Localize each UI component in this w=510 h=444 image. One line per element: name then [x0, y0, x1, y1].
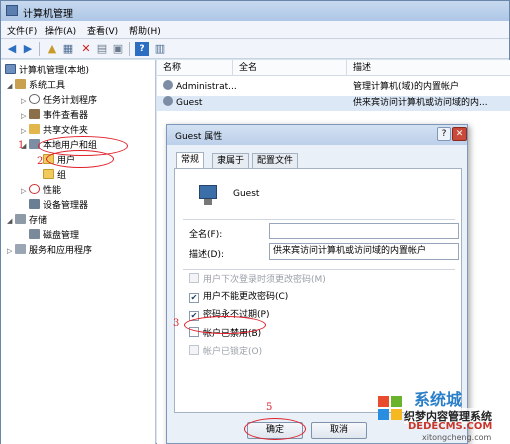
table-row[interactable]: Administrat... 管理计算机(域)的内置帐户 [157, 80, 510, 95]
checkmark-icon: ✔ [189, 293, 199, 303]
toolbar-separator [129, 42, 130, 56]
services-icon [15, 244, 26, 254]
annotation-number: 2 [37, 156, 44, 167]
general-tab-panel: Guest 全名(F): 描述(D): 供来宾访问计算机或访问域的内置帐户 用户… [174, 168, 462, 413]
row-description: 供来宾访问计算机或访问域的内... [353, 98, 488, 108]
clock-icon [29, 94, 40, 104]
menu-action[interactable]: 操作(A) [45, 24, 76, 37]
annotation-number: 5 [266, 402, 273, 413]
expand-arrow-icon[interactable]: ▷ [21, 184, 29, 198]
console-icon[interactable]: ▥ [153, 42, 167, 56]
properties-icon[interactable]: ▤ [95, 42, 109, 56]
storage-icon [15, 214, 26, 224]
tree-item-services-apps[interactable]: ▷ 服务和应用程序 [7, 244, 92, 258]
help-button[interactable]: ? [437, 127, 451, 141]
divider [183, 269, 455, 270]
toolbar: ◀ ▶ ▲ ▦ ✕ ▤ ▣ ? ▥ [1, 39, 509, 59]
expand-arrow-icon[interactable]: ▷ [21, 124, 29, 138]
user-icon [163, 96, 173, 106]
checkbox-must-change-password[interactable]: 用户下次登录时须更改密码(M) [189, 273, 326, 285]
description-field[interactable]: 供来宾访问计算机或访问域的内置帐户 [269, 243, 459, 260]
checkbox-box [189, 273, 199, 283]
cancel-button[interactable]: 取消 [311, 422, 367, 439]
title-bar: 计算机管理 [1, 1, 509, 21]
collapse-arrow-icon[interactable]: ◢ [7, 214, 15, 228]
collapse-arrow-icon[interactable]: ◢ [7, 79, 15, 93]
computer-management-icon [6, 5, 18, 16]
window-title: 计算机管理 [23, 9, 73, 20]
watermark-brand: 系统城 [414, 390, 463, 409]
shared-folder-icon [29, 124, 40, 134]
tree-item-event-viewer[interactable]: ▷ 事件查看器 [21, 109, 88, 123]
column-header-description[interactable]: 描述 [347, 60, 510, 76]
menu-help[interactable]: 帮助(H) [129, 24, 161, 37]
navigation-tree: 计算机管理(本地) ◢ 系统工具 ▷ 任务计划程序 ▷ 事件查看器 ▷ 共享文件夹 ◢ 本… [1, 60, 156, 444]
watermark: 系统城 织梦内容管理系统 DEDECMS.COM xitongcheng.com [378, 386, 510, 444]
tree-item-system-tools[interactable]: ◢ 系统工具 [7, 79, 65, 93]
column-header-name[interactable]: 名称 [157, 60, 233, 76]
row-name: Administrat... [176, 82, 237, 92]
fullname-label: 全名(F): [189, 230, 223, 240]
menu-view[interactable]: 查看(V) [87, 24, 118, 37]
annotation-circle-users [46, 150, 114, 168]
tab-general[interactable]: 常规 [176, 152, 205, 169]
disk-icon [29, 229, 40, 239]
device-manager-icon [29, 199, 40, 209]
tree-item-device-manager[interactable]: 设备管理器 [29, 199, 88, 213]
user-icon [163, 80, 173, 90]
event-viewer-icon [29, 109, 40, 119]
tree-item-root[interactable]: 计算机管理(本地) [5, 64, 89, 78]
description-label: 描述(D): [189, 250, 224, 260]
tools-icon [15, 79, 26, 89]
expand-arrow-icon[interactable]: ▷ [7, 244, 15, 258]
forward-icon[interactable]: ▶ [21, 42, 35, 56]
folder-icon [43, 169, 54, 179]
annotation-circle-account-disabled [184, 316, 266, 334]
fullname-field[interactable] [269, 223, 459, 239]
user-account-icon [197, 185, 219, 207]
annotation-number: 3 [173, 318, 180, 329]
close-button[interactable]: ✕ [452, 127, 467, 141]
tree-item-performance[interactable]: ▷ 性能 [21, 184, 61, 198]
delete-icon[interactable]: ✕ [79, 42, 93, 56]
tree-item-groups[interactable]: 组 [43, 169, 66, 183]
watermark-url: xitongcheng.com [422, 433, 492, 442]
menu-bar: 文件(F) 操作(A) 查看(V) 帮助(H) [1, 21, 509, 39]
tab-profile[interactable]: 配置文件 [252, 153, 299, 168]
toolbar-separator [39, 42, 40, 56]
tab-member-of[interactable]: 隶属于 [212, 153, 250, 168]
tree-item-disk-management[interactable]: 磁盘管理 [29, 229, 79, 243]
annotation-number: 1 [18, 140, 25, 151]
back-icon[interactable]: ◀ [5, 42, 19, 56]
account-username: Guest [233, 189, 260, 199]
up-folder-icon[interactable]: ▲ [45, 42, 59, 56]
column-header-fullname[interactable]: 全名 [233, 60, 347, 76]
computer-icon [5, 64, 16, 74]
show-hide-tree-icon[interactable]: ▦ [61, 42, 75, 56]
row-description: 管理计算机(域)的内置帐户 [353, 82, 460, 92]
watermark-site: DEDECMS.COM [408, 421, 493, 432]
checkbox-box [189, 345, 199, 355]
checkbox-account-locked[interactable]: 帐户已锁定(O) [189, 345, 262, 357]
expand-arrow-icon[interactable]: ▷ [21, 109, 29, 123]
tree-item-task-scheduler[interactable]: ▷ 任务计划程序 [21, 94, 97, 108]
tree-item-storage[interactable]: ◢ 存储 [7, 214, 47, 228]
row-name: Guest [176, 98, 203, 108]
expand-arrow-icon[interactable]: ▷ [21, 94, 29, 108]
dialog-title-bar: Guest 属性 ? ✕ [167, 125, 467, 145]
table-row[interactable]: Guest 供来宾访问计算机或访问域的内... [157, 96, 510, 111]
annotation-circle-ok [244, 418, 306, 440]
help-icon[interactable]: ? [135, 42, 149, 56]
performance-icon [29, 184, 40, 194]
menu-file[interactable]: 文件(F) [7, 24, 37, 37]
windows-logo-icon [378, 396, 404, 422]
export-icon[interactable]: ▣ [111, 42, 125, 56]
checkbox-cannot-change-password[interactable]: ✔ 用户不能更改密码(C) [189, 291, 288, 303]
dialog-title: Guest 属性 [175, 132, 223, 142]
divider [183, 219, 455, 220]
